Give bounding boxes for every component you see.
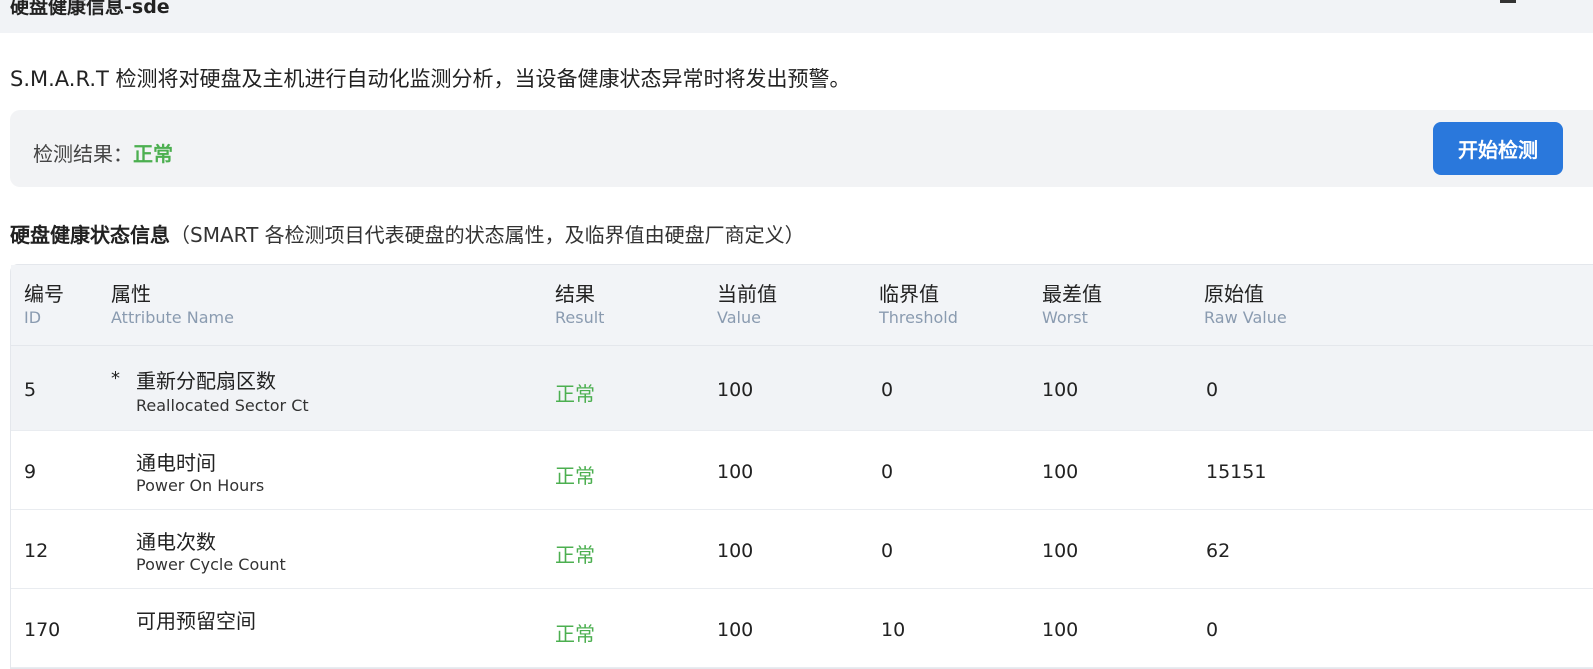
intro-text: S.M.A.R.T 检测将对硬盘及主机进行自动化监测分析，当设备健康状态异常时将… [10, 67, 851, 91]
table-row: 170 可用预留空间 正常 100 10 100 0 [11, 589, 1593, 668]
cell-threshold: 0 [881, 379, 894, 401]
cell-worst: 100 [1042, 379, 1079, 401]
col-header-zh: 编号 [24, 282, 64, 306]
cell-attribute-en: Reallocated Sector Ct [136, 396, 309, 415]
cell-raw: 0 [1206, 619, 1219, 641]
minimize-icon[interactable] [1500, 0, 1516, 3]
cell-value: 100 [717, 619, 754, 641]
col-header-value: 当前值 Value [717, 281, 777, 329]
cell-worst: 100 [1042, 619, 1079, 641]
col-header-en: Value [717, 308, 761, 327]
cell-id: 12 [24, 540, 49, 562]
cell-raw: 15151 [1206, 461, 1267, 483]
col-header-zh: 结果 [555, 282, 595, 306]
cell-threshold: 10 [881, 619, 906, 641]
cell-raw: 0 [1206, 379, 1219, 401]
col-header-zh: 属性 [111, 282, 151, 306]
col-header-en: Raw Value [1204, 308, 1287, 327]
result-status: 正常 [133, 142, 173, 166]
col-header-en: Threshold [879, 308, 958, 327]
table-row: 12 通电次数 Power Cycle Count 正常 100 0 100 6… [11, 510, 1593, 589]
cell-attribute-en: Power Cycle Count [136, 555, 286, 574]
cell-id: 170 [24, 619, 61, 641]
col-header-raw: 原始值 Raw Value [1204, 281, 1287, 329]
cell-attribute-zh: 通电时间 [136, 451, 216, 475]
col-header-en: ID [24, 308, 42, 327]
start-check-button[interactable]: 开始检测 [1433, 122, 1563, 175]
cell-attribute-en: Power On Hours [136, 476, 265, 495]
result-label: 检测结果： [33, 142, 133, 166]
cell-attribute-zh: 可用预留空间 [136, 609, 256, 633]
col-header-en: Result [555, 308, 605, 327]
col-header-en: Attribute Name [111, 308, 234, 327]
cell-result: 正常 [555, 543, 595, 567]
critical-marker: * [111, 368, 120, 389]
cell-threshold: 0 [881, 461, 894, 483]
result-panel: 检测结果：正常 开始检测 [10, 110, 1593, 187]
col-header-threshold: 临界值 Threshold [879, 281, 958, 329]
table-header: 编号 ID 属性 Attribute Name 结果 Result 当前值 Value … [11, 265, 1593, 346]
cell-attribute-zh: 重新分配扇区数 [136, 369, 276, 393]
cell-value: 100 [717, 379, 754, 401]
cell-id: 5 [24, 379, 37, 401]
table-row: 5 * 重新分配扇区数 Reallocated Sector Ct 正常 100… [11, 346, 1593, 431]
col-header-attribute: 属性 Attribute Name [111, 281, 234, 329]
result-line: 检测结果：正常 [33, 138, 173, 167]
cell-result: 正常 [555, 464, 595, 488]
section-title-note: （SMART 各检测项目代表硬盘的状态属性，及临界值由硬盘厂商定义） [170, 223, 805, 247]
cell-threshold: 0 [881, 540, 894, 562]
cell-value: 100 [717, 461, 754, 483]
cell-result: 正常 [555, 622, 595, 646]
smart-table: 编号 ID 属性 Attribute Name 结果 Result 当前值 Value … [10, 264, 1593, 669]
section-title: 硬盘健康状态信息（SMART 各检测项目代表硬盘的状态属性，及临界值由硬盘厂商定… [10, 219, 805, 248]
cell-id: 9 [24, 461, 37, 483]
section-title-main: 硬盘健康状态信息 [10, 223, 170, 247]
cell-result: 正常 [555, 382, 595, 406]
cell-worst: 100 [1042, 461, 1079, 483]
col-header-result: 结果 Result [555, 281, 604, 329]
col-header-zh: 临界值 [879, 282, 939, 306]
col-header-zh: 原始值 [1204, 282, 1264, 306]
dialog-header: 硬盘健康信息-sde [0, 0, 1593, 33]
col-header-worst: 最差值 Worst [1042, 281, 1102, 329]
cell-worst: 100 [1042, 540, 1079, 562]
col-header-zh: 最差值 [1042, 282, 1102, 306]
table-row: 9 通电时间 Power On Hours 正常 100 0 100 15151 [11, 431, 1593, 510]
cell-value: 100 [717, 540, 754, 562]
dialog-title: 硬盘健康信息-sde [10, 0, 170, 18]
cell-raw: 62 [1206, 540, 1231, 562]
col-header-en: Worst [1042, 308, 1088, 327]
col-header-id: 编号 ID [24, 281, 64, 329]
cell-attribute-zh: 通电次数 [136, 530, 216, 554]
col-header-zh: 当前值 [717, 282, 777, 306]
